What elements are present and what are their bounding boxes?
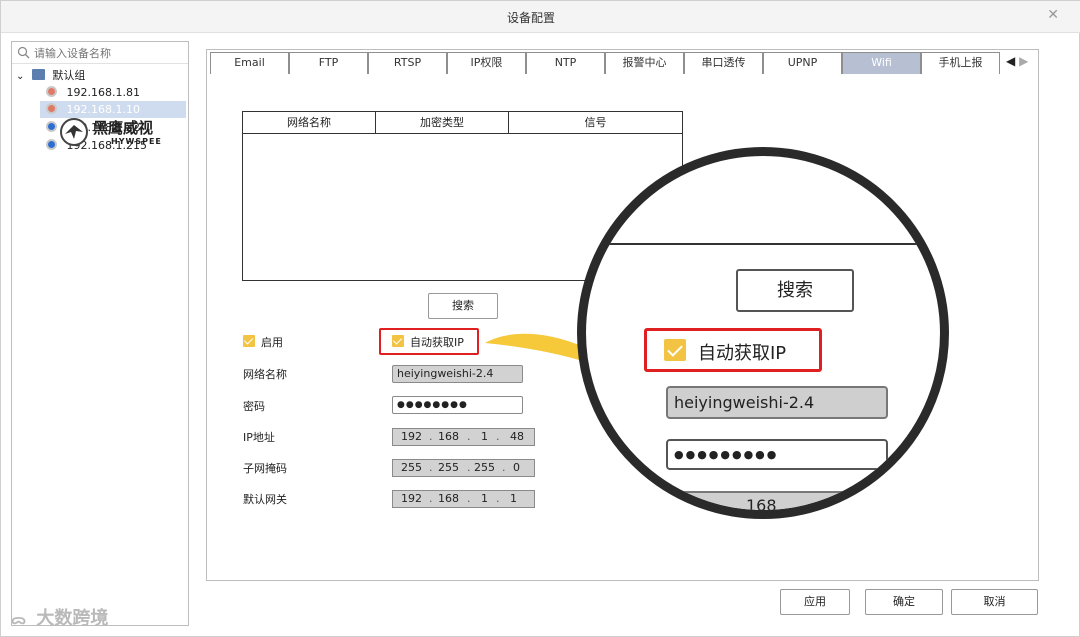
column-header-encryption[interactable]: 加密类型 (376, 112, 509, 134)
brand-text-en: HYWSPEE (111, 137, 162, 146)
tree-group[interactable]: ⌄ 默认组 (16, 67, 85, 84)
camera-icon (46, 121, 57, 132)
window-title: 设备配置 (506, 11, 555, 25)
enable-checkbox[interactable] (243, 335, 255, 347)
zoom-password-field: ●●●●●●●●● (666, 439, 888, 470)
eagle-logo-icon (60, 118, 88, 146)
ok-button[interactable]: 确定 (865, 589, 943, 615)
tab-alarm-center[interactable]: 报警中心 (605, 52, 684, 74)
wechat-icon: ᯅ (11, 612, 27, 628)
column-header-signal[interactable]: 信号 (509, 112, 682, 134)
device-label: 192.168.1.81 (66, 86, 140, 99)
subnet-mask-field[interactable]: 255 . 255 . 255 . 0 (392, 459, 535, 477)
gateway-field[interactable]: 192 . 168 . 1 . 1 (392, 490, 535, 508)
camera-icon (46, 86, 57, 97)
ssid-label: 网络名称 (243, 368, 287, 381)
tree-device-2-selected[interactable]: 192.168.1.10 (40, 101, 186, 118)
zoom-auto-ip-label: 自动获取IP (698, 343, 787, 364)
zoom-table-border (586, 243, 940, 245)
gateway-octet: 192 (401, 492, 422, 505)
brand-watermark: 黑鹰威视 HYWSPEE (59, 117, 189, 153)
tab-rtsp[interactable]: RTSP (368, 52, 447, 74)
zoom-search-button: 搜索 (736, 269, 854, 312)
ip-octet: 168 (438, 430, 459, 443)
gateway-octet: 1 (481, 492, 488, 505)
tab-ip-permission[interactable]: IP权限 (447, 52, 526, 74)
cancel-button[interactable]: 取消 (951, 589, 1038, 615)
apply-button[interactable]: 应用 (780, 589, 850, 615)
corner-watermark-text: 大数跨境 (36, 608, 109, 629)
group-label: 默认组 (52, 69, 86, 82)
close-icon[interactable]: ✕ (1047, 7, 1059, 23)
ip-octet: 48 (510, 430, 524, 443)
device-config-window: 设备配置 ✕ ⌄ 默认组 192.168.1.81 192.168.1.10 1… (0, 0, 1080, 637)
mask-octet: 255 (401, 461, 422, 474)
device-search (12, 42, 188, 64)
auto-ip-checkbox[interactable] (392, 335, 404, 347)
tab-email[interactable]: Email (210, 52, 289, 74)
gateway-label: 默认网关 (243, 493, 287, 506)
camera-icon (46, 103, 57, 114)
password-label: 密码 (243, 400, 265, 413)
mask-label: 子网掩码 (243, 462, 287, 475)
search-icon (17, 46, 30, 59)
tab-scroll: ◀ ▶ (1006, 54, 1028, 68)
tab-mobile-report[interactable]: 手机上报 (921, 52, 1000, 74)
ip-label: IP地址 (243, 431, 275, 444)
arrow-right-icon[interactable]: ▶ (1019, 54, 1028, 68)
brand-text: 黑鹰威视 (93, 119, 154, 137)
network-group-icon (31, 69, 45, 80)
ip-octet: 1 (481, 430, 488, 443)
corner-watermark: ᯅ 大数跨境 (11, 604, 108, 630)
tab-upnp[interactable]: UPNP (763, 52, 842, 74)
device-label: 192.168.1.10 (66, 103, 140, 116)
camera-icon (46, 139, 57, 150)
search-button[interactable]: 搜索 (428, 293, 498, 319)
tab-wifi[interactable]: Wifi (842, 52, 921, 74)
gateway-octet: 1 (510, 492, 517, 505)
mask-octet: 255 (438, 461, 459, 474)
title-bar: 设备配置 ✕ (1, 1, 1080, 33)
ip-octet: 192 (401, 430, 422, 443)
tab-serial-transparent[interactable]: 串口透传 (684, 52, 763, 74)
enable-label: 启用 (261, 336, 283, 349)
mask-octet: 0 (513, 461, 520, 474)
device-search-input[interactable] (34, 45, 184, 61)
password-field[interactable]: ●●●●●●●● (392, 396, 523, 414)
arrow-left-icon[interactable]: ◀ (1006, 54, 1015, 68)
auto-ip-label: 自动获取IP (410, 336, 464, 349)
zoom-auto-ip-checkbox (664, 339, 686, 361)
tab-ntp[interactable]: NTP (526, 52, 605, 74)
zoom-magnifier: 搜索 自动获取IP heiyingweishi-2.4 ●●●●●●●●● 16… (577, 147, 949, 519)
tab-ftp[interactable]: FTP (289, 52, 368, 74)
chevron-down-icon[interactable]: ⌄ (16, 71, 24, 82)
zoom-ssid-field: heiyingweishi-2.4 (666, 386, 888, 419)
tree-device-1[interactable]: 192.168.1.81 (46, 84, 140, 101)
gateway-octet: 168 (438, 492, 459, 505)
column-header-ssid[interactable]: 网络名称 (243, 112, 376, 134)
ip-address-field[interactable]: 192 . 168 . 1 . 48 (392, 428, 535, 446)
mask-octet: 255 (474, 461, 495, 474)
